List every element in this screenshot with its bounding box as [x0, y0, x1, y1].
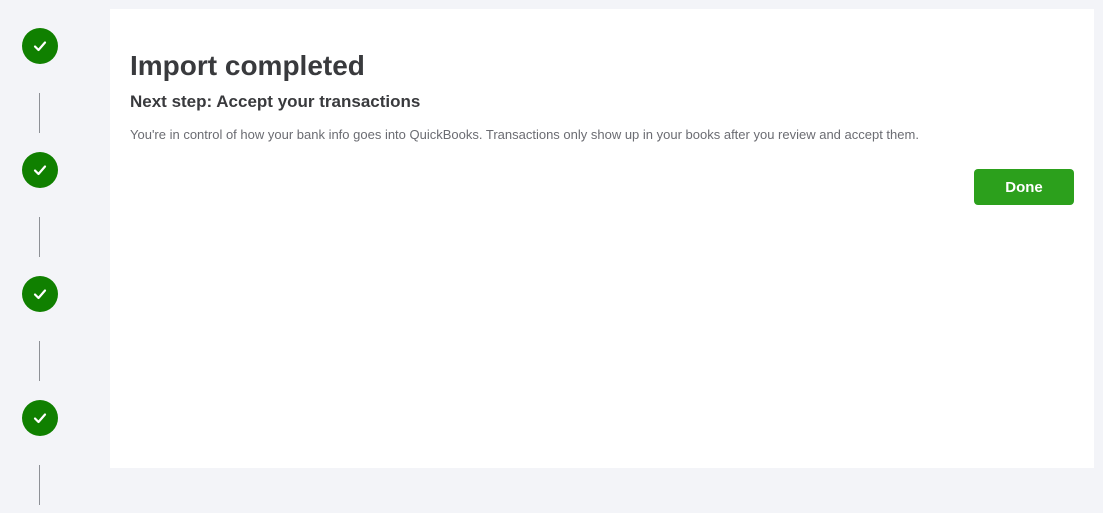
description-text: You're in control of how your bank info …	[130, 127, 919, 142]
step-connector	[39, 341, 40, 381]
step-4-complete	[22, 400, 58, 436]
next-step-subtitle: Next step: Accept your transactions	[130, 92, 421, 111]
step-3-complete	[22, 276, 58, 312]
step-1-complete	[22, 28, 58, 64]
step-connector	[39, 217, 40, 257]
step-2-complete	[22, 152, 58, 188]
step-connector	[39, 93, 40, 133]
check-icon	[33, 289, 47, 300]
page-title: Import completed	[130, 50, 365, 81]
step-connector	[39, 465, 40, 505]
check-icon	[33, 41, 47, 52]
check-icon	[33, 165, 47, 176]
check-icon	[33, 413, 47, 424]
import-complete-card: Import completed Next step: Accept your …	[110, 9, 1094, 468]
done-button[interactable]: Done	[974, 169, 1074, 205]
progress-stepper	[0, 0, 80, 513]
